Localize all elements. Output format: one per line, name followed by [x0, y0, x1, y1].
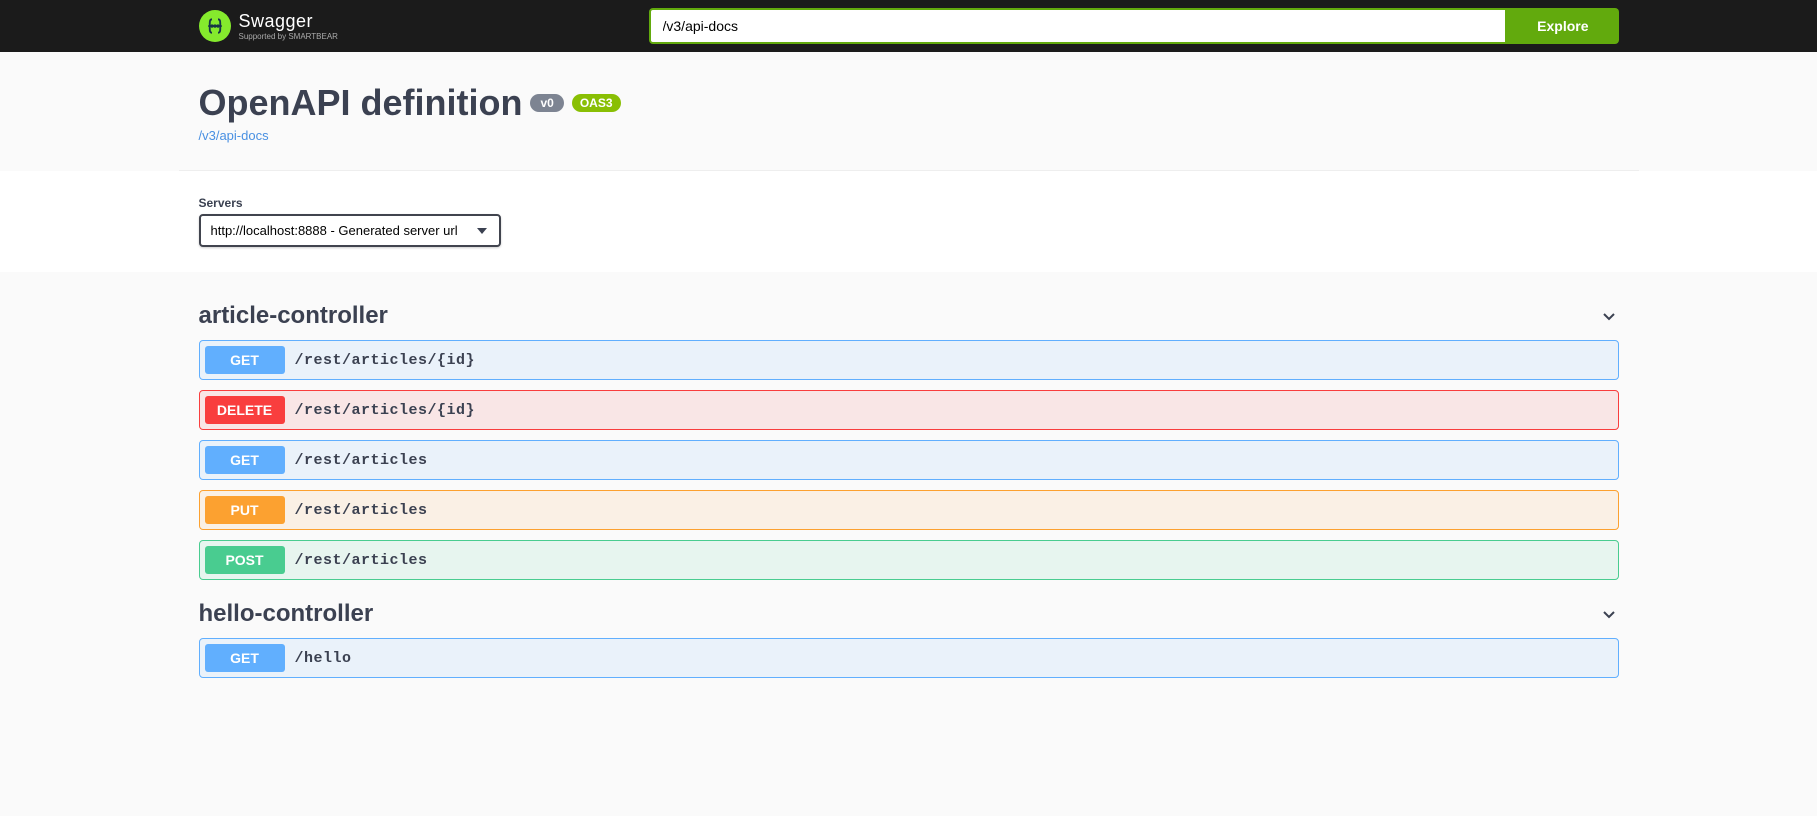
swagger-logo[interactable]: Swagger Supported by SMARTBEAR: [199, 10, 338, 42]
servers-section: Servers http://localhost:8888 - Generate…: [0, 171, 1817, 272]
topbar: Swagger Supported by SMARTBEAR Explore: [0, 0, 1817, 52]
operation-block[interactable]: DELETE/rest/articles/{id}: [199, 390, 1619, 430]
operation-block[interactable]: POST/rest/articles: [199, 540, 1619, 580]
operation-block[interactable]: PUT/rest/articles: [199, 490, 1619, 530]
chevron-down-icon: [1599, 604, 1619, 624]
server-select[interactable]: http://localhost:8888 - Generated server…: [199, 214, 501, 247]
version-badge: v0: [530, 94, 563, 112]
method-badge: GET: [205, 346, 285, 374]
chevron-down-icon: [1599, 306, 1619, 326]
method-badge: DELETE: [205, 396, 285, 424]
api-docs-link[interactable]: /v3/api-docs: [199, 128, 269, 143]
swagger-logo-icon: [199, 10, 231, 42]
method-badge: PUT: [205, 496, 285, 524]
controller-name: article-controller: [199, 302, 388, 330]
operation-path: /rest/articles/{id}: [295, 402, 476, 419]
operation-path: /rest/articles: [295, 502, 428, 519]
logo-title: Swagger: [239, 11, 338, 32]
api-info-section: OpenAPI definition v0 OAS3 /v3/api-docs: [179, 52, 1639, 171]
controller-name: hello-controller: [199, 600, 374, 628]
api-title: OpenAPI definition: [199, 82, 523, 124]
operation-path: /rest/articles: [295, 452, 428, 469]
operation-path: /rest/articles: [295, 552, 428, 569]
operation-path: /rest/articles/{id}: [295, 352, 476, 369]
method-badge: GET: [205, 446, 285, 474]
controller-header[interactable]: article-controller: [199, 292, 1619, 340]
controller-header[interactable]: hello-controller: [199, 590, 1619, 638]
operation-block[interactable]: GET/rest/articles/{id}: [199, 340, 1619, 380]
oas-badge: OAS3: [572, 94, 621, 112]
operation-block[interactable]: GET/rest/articles: [199, 440, 1619, 480]
operations-section: article-controller GET/rest/articles/{id}…: [179, 272, 1639, 708]
api-url-input[interactable]: [649, 8, 1508, 44]
method-badge: GET: [205, 644, 285, 672]
logo-subtitle: Supported by SMARTBEAR: [239, 32, 338, 41]
method-badge: POST: [205, 546, 285, 574]
servers-label: Servers: [199, 196, 1619, 210]
explore-button[interactable]: Explore: [1507, 8, 1618, 44]
operation-path: /hello: [295, 650, 352, 667]
operation-block[interactable]: GET/hello: [199, 638, 1619, 678]
